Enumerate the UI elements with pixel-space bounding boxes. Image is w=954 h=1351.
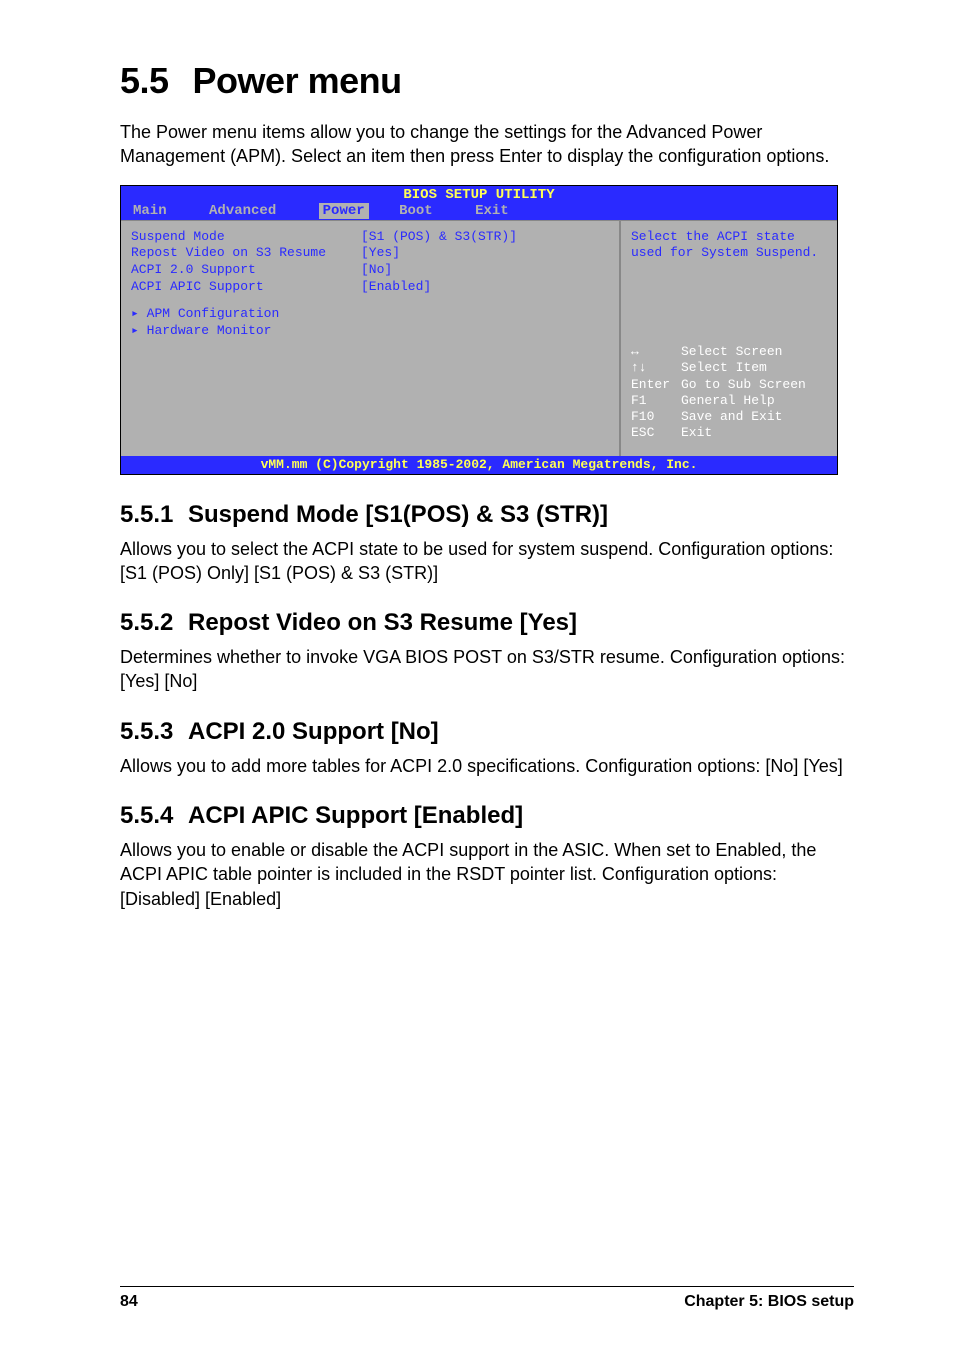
hotkey-key: F10 [631,409,681,425]
hotkey-desc: General Help [681,393,775,409]
bios-hotkey: EnterGo to Sub Screen [631,377,806,393]
bios-left-pane: Suspend Mode[S1 (POS) & S3(STR)] Repost … [121,221,619,456]
subsection-body: Allows you to select the ACPI state to b… [120,537,854,586]
hotkey-key: ESC [631,425,681,441]
bios-right-pane: Select the ACPI state used for System Su… [619,221,837,456]
hotkey-key: Enter [631,377,681,393]
page-footer: 84 Chapter 5: BIOS setup [120,1286,854,1311]
subsection-title: Suspend Mode [S1(POS) & S3 (STR)] [188,501,608,528]
bios-row: Suspend Mode[S1 (POS) & S3(STR)] [131,229,609,246]
bios-footer: vMM.mm (C)Copyright 1985-2002, American … [121,456,837,474]
bios-hotkey: F10Save and Exit [631,409,806,425]
bios-help-text: Select the ACPI state used for System Su… [631,229,827,262]
section-title: Power menu [193,60,402,101]
subsection-heading: 5.5.3ACPI 2.0 Support [No] [120,718,854,746]
bios-tab-power: Power [319,203,369,219]
hotkey-desc: Select Screen [681,344,782,360]
bios-hotkey: F1General Help [631,393,806,409]
bios-row-label: ACPI 2.0 Support [131,262,361,279]
bios-row-label: Suspend Mode [131,229,361,246]
bios-tab-exit: Exit [475,203,521,219]
hotkey-key: ↔ [631,344,681,360]
subsection-number: 5.5.1 [120,501,188,529]
subsection-number: 5.5.2 [120,609,188,637]
subsection-body: Allows you to enable or disable the ACPI… [120,838,854,911]
bios-row-label: Repost Video on S3 Resume [131,245,361,262]
bios-row-label: ACPI APIC Support [131,279,361,296]
bios-row-value: [No] [361,262,392,279]
bios-sub-label: APM Configuration [147,306,280,321]
bios-row-value: [Yes] [361,245,400,262]
bios-tab-advanced: Advanced [209,203,288,219]
bios-tabs: Main Advanced Power Boot Exit [133,203,543,219]
subsection-title: Repost Video on S3 Resume [Yes] [188,609,577,636]
subsection-body: Allows you to add more tables for ACPI 2… [120,754,854,778]
subsection-title: ACPI 2.0 Support [No] [188,718,439,745]
hotkey-desc: Save and Exit [681,409,782,425]
subsection-heading: 5.5.4ACPI APIC Support [Enabled] [120,802,854,830]
bios-sub-label: Hardware Monitor [147,323,272,338]
hotkey-desc: Select Item [681,360,767,376]
bios-row-value: [Enabled] [361,279,431,296]
hotkey-desc: Go to Sub Screen [681,377,806,393]
bios-submenu: ▸ Hardware Monitor [131,323,609,340]
hotkey-key: F1 [631,393,681,409]
subsection-number: 5.5.4 [120,802,188,830]
bios-hotkeys: ↔Select Screen ↑↓Select Item EnterGo to … [631,344,806,442]
section-number: 5.5 [120,60,169,101]
bios-row: ACPI 2.0 Support[No] [131,262,609,279]
page-footer-title: Chapter 5: BIOS setup [684,1293,854,1311]
bios-hotkey: ESCExit [631,425,806,441]
bios-row: Repost Video on S3 Resume[Yes] [131,245,609,262]
bios-screenshot: BIOS SETUP UTILITY Main Advanced Power B… [120,185,838,475]
bios-hotkey: ↔Select Screen [631,344,806,360]
section-heading: 5.5 Power menu [120,60,854,102]
bios-body: Suspend Mode[S1 (POS) & S3(STR)] Repost … [121,220,837,456]
subsection-title: ACPI APIC Support [Enabled] [188,802,523,829]
subsection-heading: 5.5.1Suspend Mode [S1(POS) & S3 (STR)] [120,501,854,529]
bios-title: BIOS SETUP UTILITY [121,187,837,203]
hotkey-key: ↑↓ [631,360,681,376]
bios-tab-main: Main [133,203,179,219]
section-intro: The Power menu items allow you to change… [120,120,854,169]
subsection-heading: 5.5.2Repost Video on S3 Resume [Yes] [120,609,854,637]
bios-submenu: ▸ APM Configuration [131,306,609,323]
bios-row: ACPI APIC Support[Enabled] [131,279,609,296]
bios-tab-boot: Boot [399,203,445,219]
page-number: 84 [120,1293,138,1311]
hotkey-desc: Exit [681,425,712,441]
bios-titlebar: BIOS SETUP UTILITY Main Advanced Power B… [121,186,837,220]
subsection-body: Determines whether to invoke VGA BIOS PO… [120,645,854,694]
subsection-number: 5.5.3 [120,718,188,746]
bios-hotkey: ↑↓Select Item [631,360,806,376]
bios-row-value: [S1 (POS) & S3(STR)] [361,229,517,246]
